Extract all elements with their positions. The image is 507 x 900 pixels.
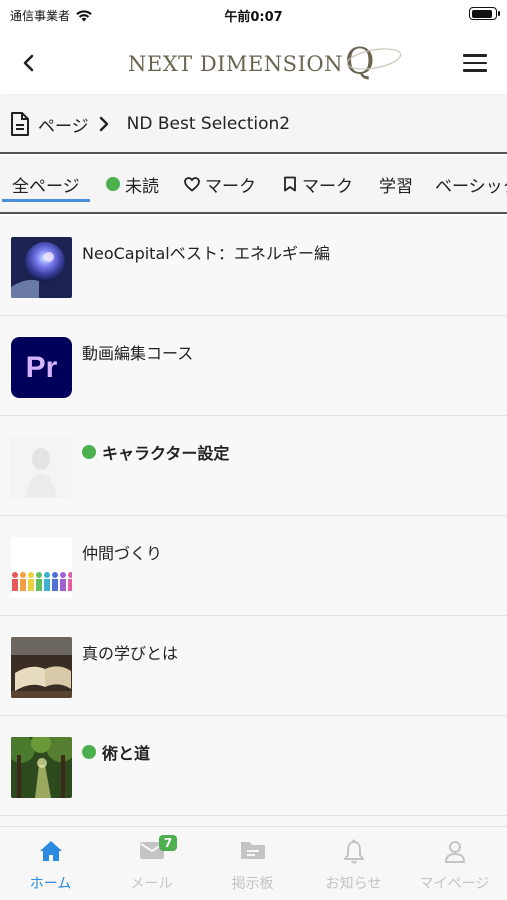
- item-title: 動画編集コース: [82, 344, 194, 363]
- faded-figure-image: [11, 437, 72, 498]
- bottom-navigation: ホーム 7 メール 掲示板 お知らせ マイページ: [0, 826, 507, 900]
- premiere-pro-logo: Pr: [11, 337, 72, 398]
- tab-unread[interactable]: 未読: [106, 156, 159, 212]
- list-item[interactable]: キャラクター設定: [0, 416, 507, 516]
- app-logo: NEXT DIMENSION Q: [128, 42, 402, 86]
- tab-label: 学習: [379, 176, 413, 197]
- nav-mypage[interactable]: マイページ: [404, 827, 505, 900]
- open-book-image: [11, 637, 72, 698]
- tab-label: 未読: [125, 176, 159, 197]
- logo-swoosh-icon: [347, 48, 402, 70]
- tab-heart-mark[interactable]: マーク: [184, 156, 256, 212]
- list-item[interactable]: Pr 動画編集コース: [0, 316, 507, 416]
- app-header: NEXT DIMENSION Q: [0, 30, 507, 94]
- list-item[interactable]: 真の学びとは: [0, 616, 507, 716]
- item-title: 術と道: [82, 740, 150, 764]
- tab-bookmark-mark[interactable]: マーク: [283, 156, 353, 212]
- nav-mail[interactable]: 7 メール: [101, 827, 202, 900]
- unread-dot-icon: [82, 745, 96, 759]
- nav-label: マイページ: [419, 876, 490, 892]
- hamburger-menu-icon: [463, 54, 487, 57]
- tab-all-pages[interactable]: 全ページ: [2, 156, 90, 212]
- tab-basic[interactable]: ベーシック: [435, 156, 507, 212]
- nav-label: お知らせ: [325, 876, 382, 892]
- list-item[interactable]: 術と道: [0, 716, 507, 816]
- breadcrumb-current: ND Best Selection2: [126, 114, 291, 134]
- nav-home[interactable]: ホーム: [0, 827, 101, 900]
- battery-level: [471, 9, 492, 18]
- menu-button[interactable]: [463, 48, 493, 78]
- nav-label: ホーム: [29, 876, 72, 892]
- page-list: NeoCapitalベスト：エネルギー編 Pr 動画編集コース キャラクター設定: [0, 216, 507, 826]
- item-title: NeoCapitalベスト：エネルギー編: [82, 244, 331, 263]
- item-title: キャラクター設定: [82, 440, 229, 464]
- nav-label: 掲示板: [231, 876, 274, 892]
- tab-learning[interactable]: 学習: [379, 156, 413, 212]
- logo-text: NEXT DIMENSION: [128, 52, 343, 76]
- forest-path-image: [11, 737, 72, 798]
- bookmark-icon: [284, 176, 296, 192]
- tab-label: マーク: [205, 176, 256, 197]
- colorful-people-image: [11, 537, 72, 598]
- folder-icon: [240, 842, 265, 859]
- filter-tabs: 全ページ 未読 マーク マーク 学習 ベーシック: [0, 156, 507, 214]
- green-dot-icon: [106, 177, 120, 191]
- breadcrumb: ページ ND Best Selection2: [0, 96, 507, 154]
- bell-icon: [343, 839, 364, 864]
- battery-icon: [469, 7, 500, 20]
- home-icon: [39, 841, 62, 861]
- nav-label: メール: [130, 876, 173, 892]
- document-icon: [11, 112, 29, 136]
- nav-board[interactable]: 掲示板: [202, 827, 303, 900]
- list-item[interactable]: 仲間づくり: [0, 516, 507, 616]
- nav-notifications[interactable]: お知らせ: [303, 827, 404, 900]
- status-bar: 通信事業者 午前0:07: [0, 0, 507, 30]
- unread-dot-icon: [82, 445, 96, 459]
- energy-orb-image: [11, 237, 72, 298]
- list-item[interactable]: NeoCapitalベスト：エネルギー編: [0, 216, 507, 316]
- heart-icon: [184, 176, 200, 191]
- breadcrumb-root[interactable]: ページ: [38, 112, 89, 137]
- mail-badge: 7: [159, 835, 177, 851]
- svg-text:Pr: Pr: [26, 351, 58, 384]
- tab-label: ベーシック: [435, 176, 507, 197]
- tab-label: 全ページ: [12, 176, 80, 197]
- back-button[interactable]: [14, 48, 44, 78]
- item-title: 仲間づくり: [82, 544, 163, 563]
- status-time: 午前0:07: [224, 10, 283, 25]
- person-icon: [444, 841, 465, 863]
- chevron-right-icon: [99, 116, 108, 132]
- tab-label: マーク: [302, 176, 353, 197]
- chevron-left-icon: [23, 54, 34, 72]
- item-title: 真の学びとは: [82, 644, 179, 663]
